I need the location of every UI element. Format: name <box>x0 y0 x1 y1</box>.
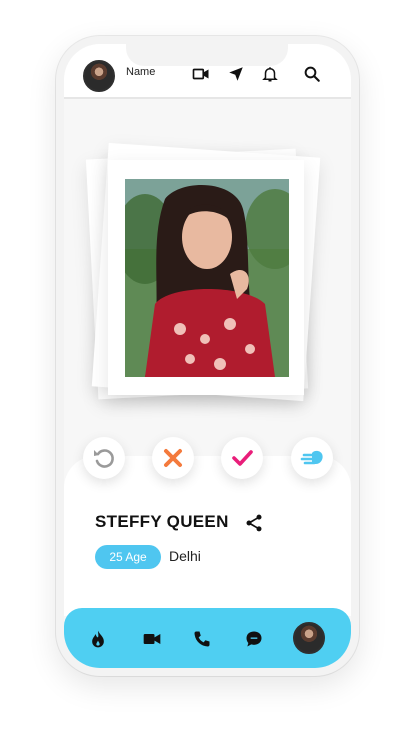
top-header: Name <box>64 44 351 99</box>
video-camera-icon[interactable] <box>192 65 210 83</box>
avatar[interactable] <box>83 60 115 92</box>
city-label: Delhi <box>169 548 201 564</box>
rewind-button[interactable] <box>83 437 125 479</box>
video-icon[interactable] <box>142 629 162 649</box>
boost-button[interactable] <box>291 437 333 479</box>
like-button[interactable] <box>221 437 263 479</box>
app-screen: Name STEFFY QUEEN 25 Age Delhi <box>64 44 351 668</box>
phone-notch <box>126 44 288 66</box>
profile-name: STEFFY QUEEN <box>95 512 229 531</box>
boost-icon <box>300 450 323 465</box>
bottom-navigation <box>64 608 351 668</box>
bell-icon[interactable] <box>261 65 279 83</box>
phone-icon[interactable] <box>192 629 212 649</box>
share-icon[interactable] <box>244 513 264 533</box>
navigation-arrow-icon[interactable] <box>227 65 245 83</box>
user-name-label: Name <box>126 66 156 78</box>
reject-button[interactable] <box>152 437 194 479</box>
chat-icon[interactable] <box>244 629 264 649</box>
flame-icon[interactable] <box>88 629 108 649</box>
rewind-icon <box>94 449 114 468</box>
search-icon[interactable] <box>303 65 321 83</box>
profile-info-panel <box>64 456 351 616</box>
check-icon <box>232 450 253 466</box>
avatar[interactable] <box>293 622 325 654</box>
age-badge: 25 Age <box>95 545 161 569</box>
profile-photo[interactable] <box>125 179 289 377</box>
close-icon <box>164 449 182 467</box>
